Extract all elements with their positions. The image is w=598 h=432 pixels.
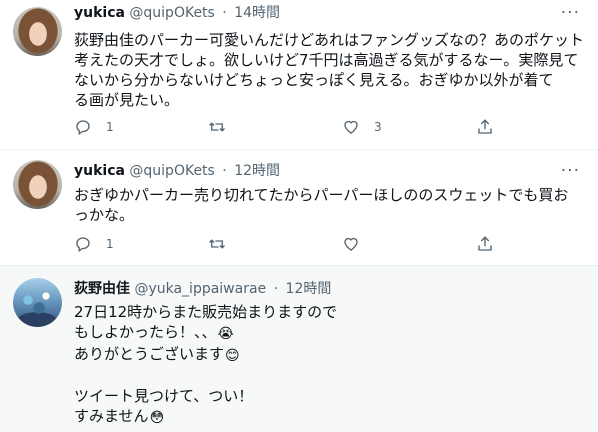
user-handle[interactable]: @yuka_ippaiwarae (134, 281, 266, 297)
flushed-face-emoji: 😳 (149, 410, 165, 426)
reply-count: 1 (106, 120, 114, 134)
tweet-actions: 1 3 (74, 117, 504, 137)
more-icon[interactable]: ··· (561, 162, 580, 180)
tweet-text-line: 荻野由佳のパーカー可愛いんだけどあれはファングッズなの？あのポケット (74, 31, 585, 49)
tweet-actions: 1 (74, 234, 504, 254)
separator-dot: · (222, 163, 227, 179)
display-name[interactable]: yukica (74, 163, 125, 179)
retweet-icon (209, 122, 225, 132)
like-button[interactable]: 3 (342, 117, 382, 137)
retweet-icon (209, 239, 225, 249)
user-handle[interactable]: @quipOKets (129, 5, 214, 21)
tweet-text-line: もしよかったら！、、😭 (74, 322, 579, 344)
display-name[interactable]: yukica (74, 5, 125, 21)
tweet[interactable]: yukica @quipOKets · 14時間 ··· 荻野由佳のパーカー可愛… (0, 0, 598, 150)
tweet-text-line: ツイート見つけて、つい！ (74, 387, 254, 405)
share-icon (478, 119, 492, 134)
tweet-text-line: 考えたの天才でしょ。欲しいけど7千円は高過ぎる気がするなー。実際見て (74, 51, 579, 69)
heart-icon (344, 237, 358, 251)
smiling-face-emoji: 😊 (225, 348, 240, 364)
share-button[interactable] (476, 234, 494, 254)
share-icon (478, 236, 492, 251)
tweet-text-line: ないから分からないけどちょっと安っぽく見える。おぎゆか以外が着て (74, 71, 554, 89)
more-icon[interactable]: ··· (561, 4, 580, 22)
tweet-header: 荻野由佳 @yuka_ippaiwarae · 12時間 (74, 279, 331, 299)
timestamp[interactable]: 12時間 (234, 163, 280, 179)
reply-icon (76, 120, 90, 136)
avatar[interactable] (13, 278, 62, 327)
tweet-text-line: ありがとうございます😊 (74, 344, 579, 366)
display-name[interactable]: 荻野由佳 (74, 281, 130, 297)
crying-face-emoji: 😭 (217, 326, 234, 342)
tweet-header: yukica @quipOKets · 14時間 (74, 3, 280, 23)
tweet-text-line: っかな。 (74, 206, 135, 224)
separator-dot: · (222, 5, 227, 21)
heart-icon (344, 120, 358, 134)
timestamp[interactable]: 12時間 (286, 281, 332, 297)
tweet-text-line: る画が見たい。 (74, 91, 180, 109)
like-button[interactable] (342, 234, 374, 254)
like-count: 3 (374, 120, 382, 134)
tweet[interactable]: yukica @quipOKets · 12時間 ··· おぎゆかパーカー売り切… (0, 150, 598, 265)
tweet-text: 荻野由佳のパーカー可愛いんだけどあれはファングッズなの？あのポケット 考えたの天… (74, 30, 585, 110)
tweet-text-line: 27日12時からまた販売始まりますので (74, 303, 338, 321)
tweet-text-segment: すみません (74, 407, 149, 425)
tweet-text: おぎゆかパーカー売り切れてたからパーパーほしののスウェットでも買お っかな。 (74, 185, 579, 225)
tweet-text-line: おぎゆかパーカー売り切れてたからパーパーほしののスウェットでも買お (74, 186, 569, 204)
tweet-text: 27日12時からまた販売始まりますので もしよかったら！、、😭 ありがとうござい… (74, 302, 579, 428)
avatar[interactable] (13, 160, 62, 209)
tweet-text-segment: ありがとうございます (74, 345, 225, 363)
user-handle[interactable]: @quipOKets (129, 163, 214, 179)
separator-dot: · (273, 281, 279, 297)
avatar[interactable] (13, 7, 62, 56)
reply-icon (76, 237, 90, 253)
tweet-text-segment: もしよかったら！、、 (74, 323, 217, 341)
retweet-button[interactable] (208, 117, 240, 137)
timestamp[interactable]: 14時間 (234, 5, 280, 21)
reply-count: 1 (106, 237, 114, 251)
tweet-header: yukica @quipOKets · 12時間 (74, 161, 280, 181)
reply-button[interactable]: 1 (74, 117, 114, 137)
retweet-button[interactable] (208, 234, 240, 254)
share-button[interactable] (476, 117, 494, 137)
highlighted-tweet[interactable]: 荻野由佳 @yuka_ippaiwarae · 12時間 27日12時からまた販… (0, 265, 598, 432)
reply-button[interactable]: 1 (74, 234, 114, 254)
tweet-text-line: すみません😳 (74, 406, 579, 428)
